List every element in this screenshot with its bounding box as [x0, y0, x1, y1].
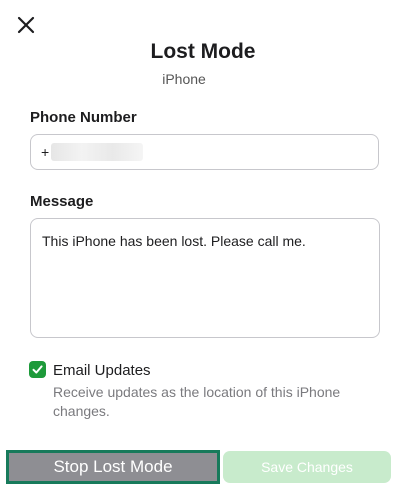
email-updates-description: Receive updates as the location of this …: [53, 384, 341, 419]
close-button[interactable]: [15, 14, 37, 36]
phone-number-redacted: [51, 143, 144, 161]
close-icon: [17, 16, 35, 34]
save-changes-button[interactable]: Save Changes: [223, 451, 391, 483]
checkmark-icon: [32, 365, 43, 374]
email-updates-checkbox[interactable]: [29, 361, 46, 378]
phone-number-prefix: +: [41, 144, 50, 160]
phone-number-label: Phone Number: [30, 109, 137, 126]
lost-mode-dialog: Lost Mode iPhone Phone Number + Message …: [0, 0, 406, 500]
page-title: Lost Mode: [150, 40, 256, 63]
device-name: iPhone: [162, 71, 206, 87]
phone-number-field[interactable]: +: [30, 134, 379, 170]
email-updates-label: Email Updates: [53, 362, 151, 379]
stop-lost-mode-button[interactable]: Stop Lost Mode: [6, 450, 220, 484]
message-label: Message: [30, 193, 94, 210]
message-field[interactable]: This iPhone has been lost. Please call m…: [30, 218, 380, 338]
